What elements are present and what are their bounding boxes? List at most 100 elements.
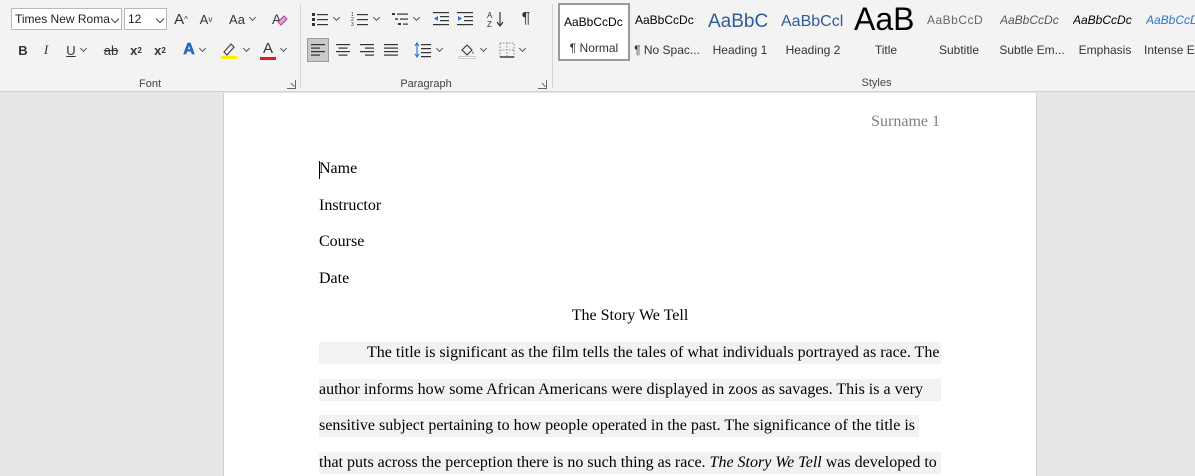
show-hide-marks-button[interactable]: ¶ <box>515 7 537 31</box>
body-line: sensitive subject pertaining to how peop… <box>319 415 919 437</box>
shading-button[interactable] <box>454 38 490 62</box>
style-sample: AaBbC <box>708 11 769 32</box>
highlighter-icon <box>221 43 237 59</box>
underline-icon: U <box>66 42 76 58</box>
decrease-indent-icon <box>433 12 449 26</box>
style-name: ¶ Normal <box>569 41 619 55</box>
heading-line-date: Date <box>319 270 350 287</box>
svg-text:3: 3 <box>351 22 354 27</box>
pilcrow-icon: ¶ <box>521 10 531 27</box>
underline-button[interactable]: U <box>60 38 92 62</box>
borders-button[interactable] <box>494 38 530 62</box>
multilevel-list-button[interactable] <box>387 7 423 31</box>
grow-font-icon: A <box>174 10 185 28</box>
superscript-icon: x <box>154 42 162 58</box>
style-heading-2[interactable]: AaBbCcl Heading 2 <box>777 3 849 61</box>
grow-font-button[interactable]: A ^ <box>170 7 192 31</box>
increase-indent-icon <box>457 12 473 26</box>
style-name: Subtle Em... <box>999 43 1065 57</box>
subscript-icon: x <box>130 42 138 58</box>
paragraph-dialog-launcher-icon[interactable] <box>538 80 547 89</box>
justify-button[interactable] <box>380 38 402 62</box>
align-left-button[interactable] <box>307 38 329 62</box>
style-sample: AaBbCcl <box>781 13 844 30</box>
font-color-button[interactable]: A <box>255 38 291 62</box>
clear-formatting-button[interactable]: A <box>268 7 292 31</box>
italic-button[interactable]: I <box>36 38 56 62</box>
style-emphasis[interactable]: AaBbCcDc Emphasis <box>1069 3 1141 61</box>
document-page[interactable]: Surname 1 Name Instructor Course Date Th… <box>223 93 1037 476</box>
style-sample: AaBbCcDc <box>564 15 623 29</box>
change-case-icon: Aa <box>229 11 245 27</box>
text-effects-icon: A <box>183 41 195 59</box>
font-color-letter: A <box>263 40 274 57</box>
bullets-button[interactable] <box>307 7 343 31</box>
align-right-button[interactable] <box>356 38 378 62</box>
align-center-icon <box>336 44 350 56</box>
paragraph-group: 1 2 3 A Z ¶ Paragraph <box>301 0 551 92</box>
highlight-color-button[interactable] <box>216 38 252 62</box>
font-color-swatch <box>260 57 276 60</box>
font-size-combo[interactable]: 12 <box>124 8 167 30</box>
shrink-font-icon: A <box>199 11 209 27</box>
style-sample: AaBbCcDc <box>1000 13 1059 27</box>
shrink-font-button[interactable]: Av <box>195 7 217 31</box>
svg-text:A: A <box>487 11 493 20</box>
subscript-button[interactable]: x2 <box>126 38 146 62</box>
text-effects-button[interactable]: A <box>178 38 210 62</box>
line-spacing-button[interactable] <box>410 38 446 62</box>
numbered-list-icon: 1 2 3 <box>351 12 368 27</box>
chevron-down-icon <box>110 14 120 24</box>
style-name: Intense E... <box>1144 43 1195 57</box>
style-heading-1[interactable]: AaBbC Heading 1 <box>704 3 776 61</box>
svg-text:Z: Z <box>487 20 492 28</box>
film-title-italic: The Story We Tell <box>709 454 822 471</box>
style-name: Heading 2 <box>785 43 841 57</box>
style-name: Subtitle <box>938 43 980 57</box>
sort-az-icon: AZ <box>487 11 504 28</box>
numbering-button[interactable]: 1 2 3 <box>347 7 383 31</box>
change-case-button[interactable]: Aa <box>225 7 259 31</box>
font-group: Times New Roma 12 A ^ Av Aa A B I U ab x… <box>0 0 300 92</box>
superscript-button[interactable]: x2 <box>150 38 170 62</box>
style-sample: AaBbCcDc <box>635 13 694 27</box>
style-intense-emphasis[interactable]: AaBbCcDc Intense E... <box>1142 3 1195 61</box>
ribbon: Times New Roma 12 A ^ Av Aa A B I U ab x… <box>0 0 1195 92</box>
heading-line-name: Name <box>319 160 358 177</box>
paint-bucket-icon <box>458 44 476 59</box>
font-name-value: Times New Roma <box>15 12 110 26</box>
styles-group-label: Styles <box>861 77 892 89</box>
sort-button[interactable]: AZ <box>484 7 508 31</box>
paragraph-group-label: Paragraph <box>400 78 452 90</box>
font-name-combo[interactable]: Times New Roma <box>11 8 122 30</box>
italic-icon: I <box>43 42 49 57</box>
bold-button[interactable]: B <box>13 38 33 62</box>
align-center-button[interactable] <box>332 38 354 62</box>
body-line: The title is significant as the film tel… <box>319 342 941 364</box>
style-name: Heading 1 <box>712 43 768 57</box>
document-title: The Story We Tell <box>571 307 689 324</box>
style-sample: AaBbCcD <box>927 13 984 27</box>
style-name: ¶ No Spac... <box>634 43 700 57</box>
style-no-spacing[interactable]: AaBbCcDc ¶ No Spac... <box>631 3 703 61</box>
style-title[interactable]: AaB Title <box>850 3 922 61</box>
style-name: Emphasis <box>1078 43 1132 57</box>
multilevel-list-icon <box>392 13 408 25</box>
increase-indent-button[interactable] <box>454 7 476 31</box>
bold-icon: B <box>18 42 28 58</box>
font-dialog-launcher-icon[interactable] <box>287 80 296 89</box>
strikethrough-icon: ab <box>103 42 119 58</box>
body-text: that puts across the perception there is… <box>319 454 710 471</box>
group-divider <box>552 4 553 88</box>
font-group-label: Font <box>138 78 161 90</box>
style-sample: AaB <box>854 3 915 37</box>
line-spacing-icon <box>414 42 431 58</box>
decrease-indent-button[interactable] <box>430 7 452 31</box>
style-subtle-emphasis[interactable]: AaBbCcDc Subtle Em... <box>996 3 1068 61</box>
style-normal[interactable]: AaBbCcDc ¶ Normal <box>558 3 630 61</box>
style-subtitle[interactable]: AaBbCcD Subtitle <box>923 3 995 61</box>
bullet-list-icon <box>312 13 328 26</box>
strikethrough-button[interactable]: ab <box>99 38 123 62</box>
page-header: Surname 1 <box>871 113 940 130</box>
align-left-icon <box>311 44 325 56</box>
